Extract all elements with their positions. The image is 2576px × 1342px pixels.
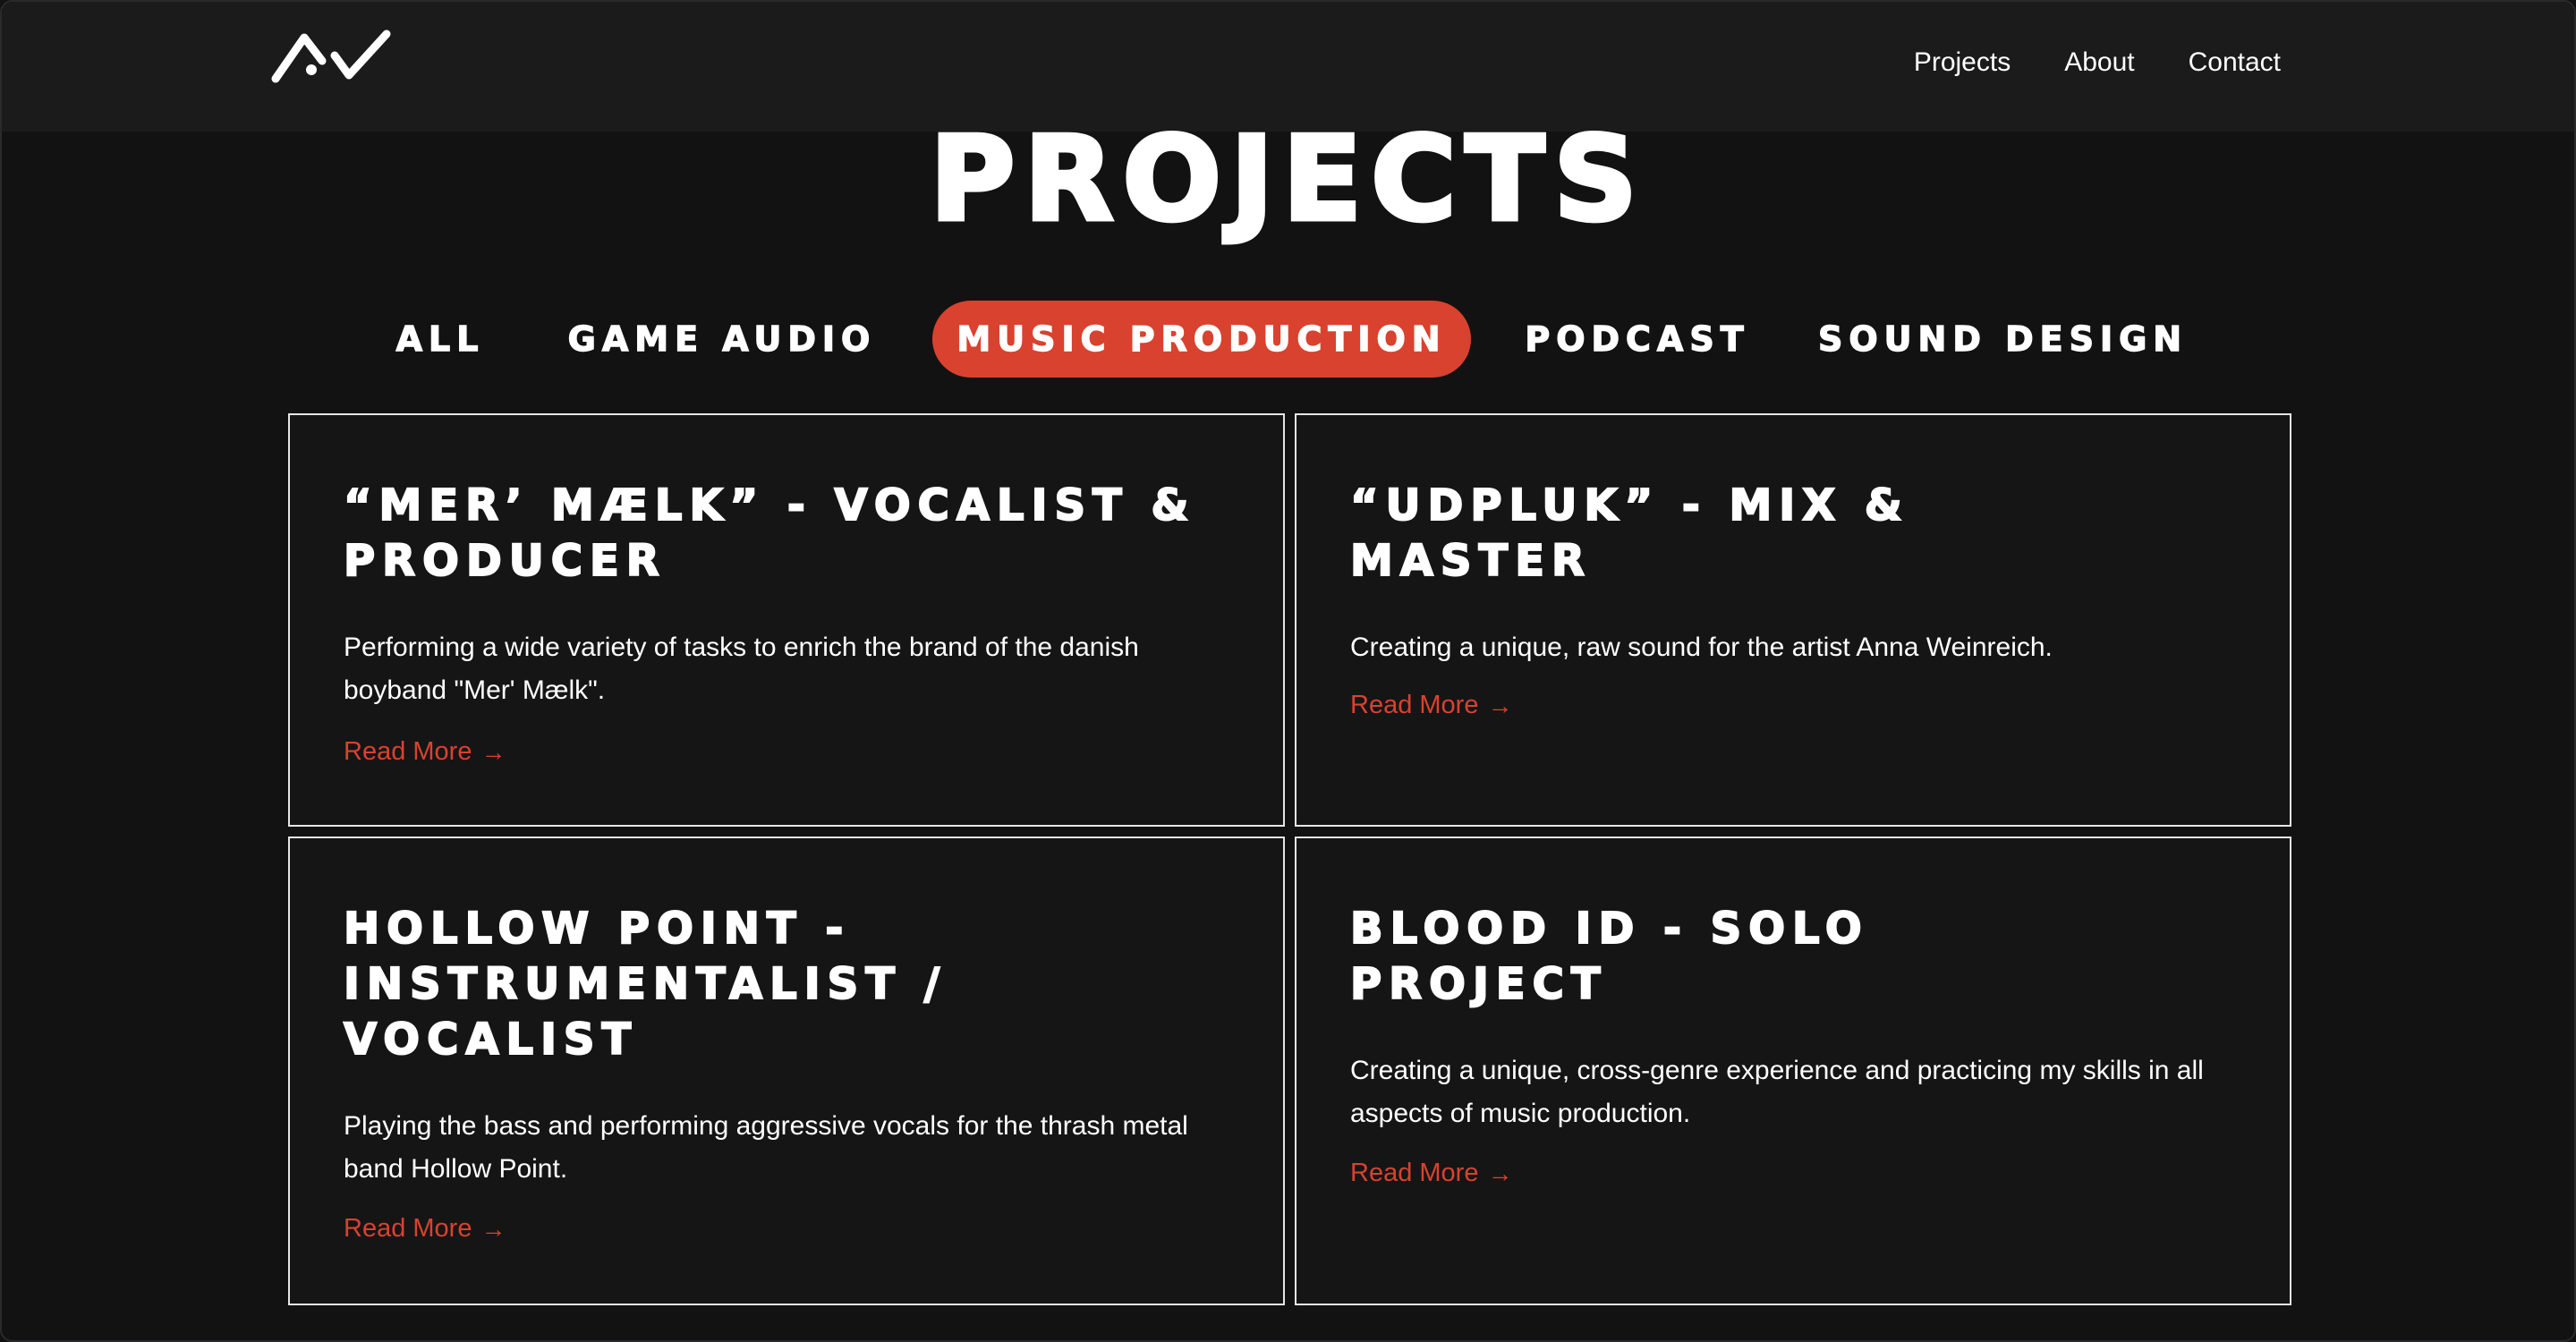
read-more-link[interactable]: Read More →: [344, 737, 506, 767]
project-description: Creating a unique, raw sound for the art…: [1350, 633, 2053, 662]
nav-link-projects[interactable]: Projects: [1914, 47, 2011, 78]
arrow-right-icon: →: [480, 737, 506, 766]
project-title: HOLLOW POINT - INSTRUMENTALIST / VOCALIS…: [343, 903, 948, 1066]
read-more-label: Read More: [344, 1214, 472, 1243]
main-nav: Projects About Contact: [1914, 2, 2281, 123]
arrow-right-icon: →: [480, 1214, 506, 1243]
filter-all[interactable]: ALL: [378, 301, 503, 378]
read-more-link[interactable]: Read More →: [1350, 691, 1512, 720]
filter-game-audio[interactable]: GAME AUDIO: [565, 301, 879, 378]
project-card[interactable]: HOLLOW POINT - INSTRUMENTALIST / VOCALIS…: [288, 837, 1285, 1305]
filter-podcast[interactable]: PODCAST: [1523, 301, 1752, 378]
page: Projects About Contact PROJECTS ALL GAME…: [0, 0, 2576, 1342]
arrow-right-icon: →: [1487, 691, 1513, 719]
logo-icon[interactable]: [270, 29, 394, 84]
read-more-label: Read More: [344, 737, 472, 766]
nav-link-contact[interactable]: Contact: [2189, 47, 2281, 78]
project-card[interactable]: BLOOD ID - SOLO PROJECT Creating a uniqu…: [1295, 837, 2291, 1305]
read-more-link[interactable]: Read More →: [1350, 1159, 1512, 1188]
project-title: “UDPLUK” - MIX & MASTER: [1349, 480, 1909, 587]
project-card[interactable]: “MER’ MÆLK” - VOCALIST & PRODUCER Perfor…: [288, 413, 1285, 827]
arrow-right-icon: →: [1487, 1159, 1513, 1187]
project-description: Creating a unique, cross-genre experienc…: [1350, 1056, 2204, 1128]
project-description: Performing a wide variety of tasks to en…: [344, 633, 1139, 705]
project-title: “MER’ MÆLK” - VOCALIST & PRODUCER: [343, 480, 1196, 587]
page-title: PROJECTS: [928, 109, 1646, 250]
project-filter-tabs: ALL GAME AUDIO MUSIC PRODUCTION PODCAST …: [2, 301, 2574, 378]
read-more-label: Read More: [1350, 691, 1479, 719]
nav-link-about[interactable]: About: [2064, 47, 2134, 78]
project-description: Playing the bass and performing aggressi…: [344, 1111, 1188, 1184]
project-card[interactable]: “UDPLUK” - MIX & MASTER Creating a uniqu…: [1295, 413, 2291, 827]
project-title: BLOOD ID - SOLO PROJECT: [1349, 903, 1869, 1010]
read-more-link[interactable]: Read More →: [344, 1214, 506, 1244]
filter-music-production[interactable]: MUSIC PRODUCTION: [932, 301, 1471, 378]
read-more-label: Read More: [1350, 1159, 1479, 1187]
filter-sound-design[interactable]: SOUND DESIGN: [1817, 301, 2187, 378]
